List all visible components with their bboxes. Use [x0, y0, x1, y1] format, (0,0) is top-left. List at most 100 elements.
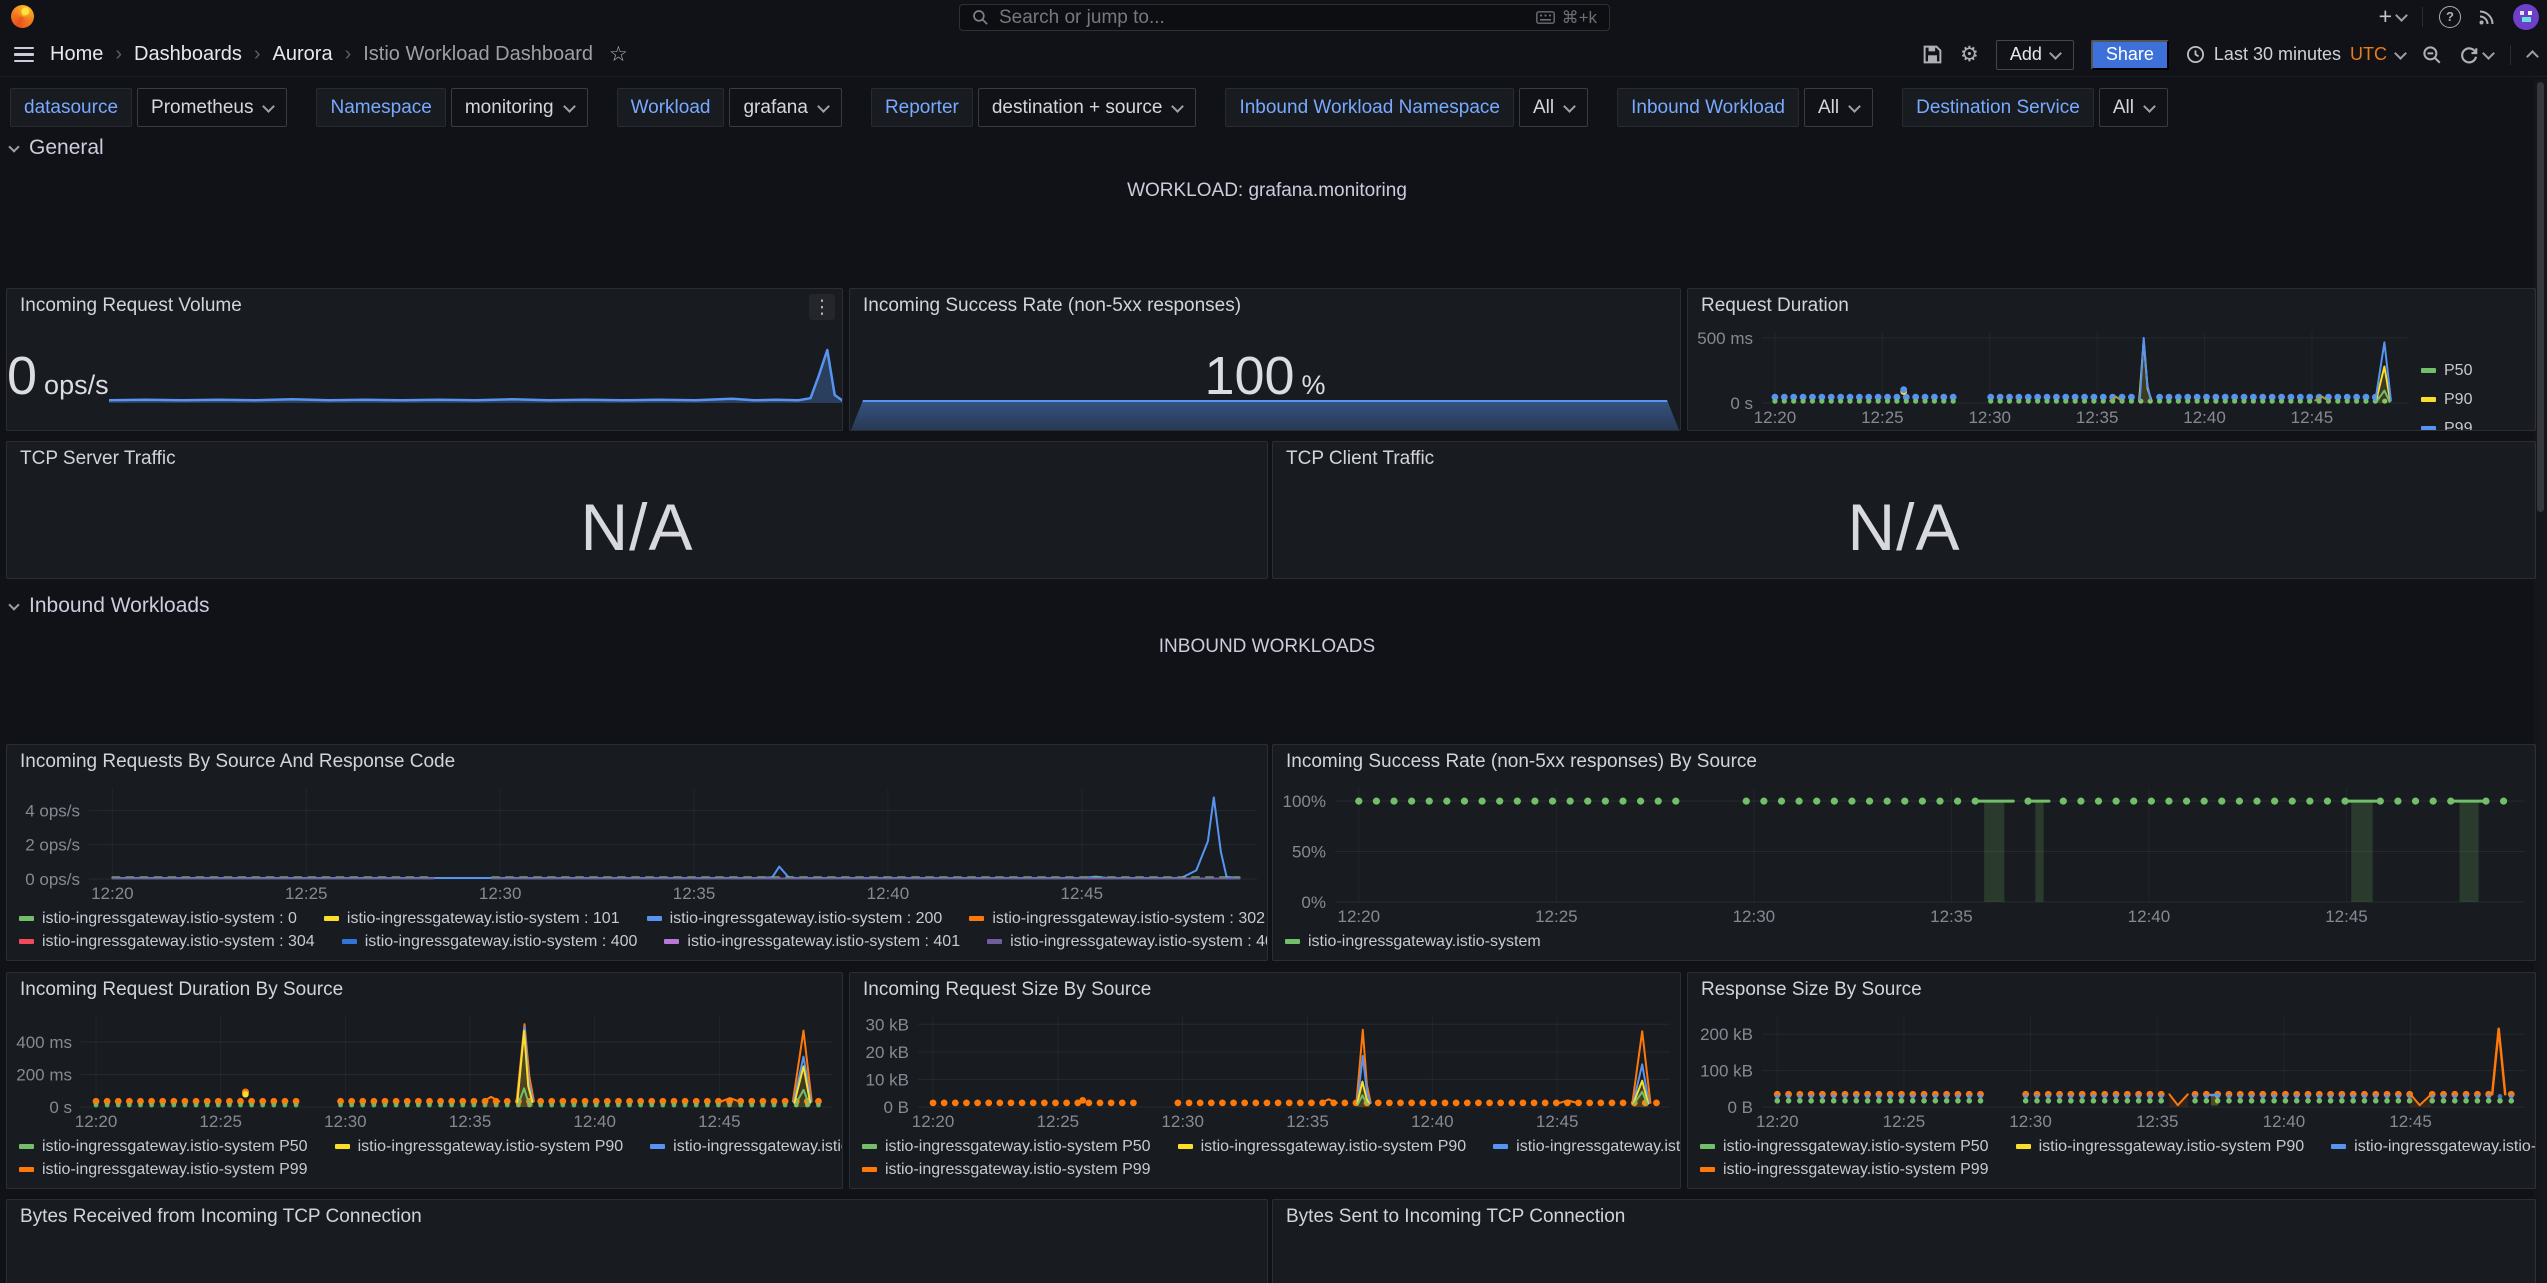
- panel-incoming-request-volume: Incoming Request Volume ⋮ 0ops/s: [6, 288, 843, 431]
- legend-item[interactable]: istio-ingressgateway.istio-system: [1285, 933, 1541, 951]
- requests-by-code-chart[interactable]: 12:2012:2512:3012:3512:4012:454 ops/s2 o…: [7, 778, 1267, 906]
- variable-label[interactable]: Destination Service: [1902, 88, 2094, 127]
- breadcrumb-home[interactable]: Home: [50, 43, 103, 66]
- help-icon[interactable]: ?: [2439, 6, 2461, 28]
- variable-value-dropdown[interactable]: Prometheus: [137, 88, 287, 127]
- panel-title[interactable]: Incoming Success Rate (non-5xx responses…: [850, 289, 1680, 322]
- request-duration-chart[interactable]: 12:2012:2512:3012:3512:4012:45500 ms0 s: [1688, 322, 2419, 430]
- svg-text:12:40: 12:40: [867, 884, 910, 903]
- legend-color-dash: [2331, 1144, 2346, 1149]
- panel-title[interactable]: Incoming Request Duration By Source: [7, 973, 842, 1006]
- response-size-by-source-chart[interactable]: 12:2012:2512:3012:3512:4012:45200 kB100 …: [1688, 1006, 2535, 1134]
- legend-item[interactable]: istio-ingressgateway.istio-system : 304: [19, 933, 315, 951]
- legend-item[interactable]: istio-ingressgateway.istio-system : 0: [19, 910, 297, 928]
- legend-label: istio-ingressgateway.istio-system : 304: [42, 933, 315, 951]
- section-inbound-workloads[interactable]: Inbound Workloads: [10, 594, 210, 618]
- menu-toggle-icon[interactable]: [14, 47, 34, 62]
- favorite-star-icon[interactable]: ☆: [609, 42, 628, 67]
- panel-title[interactable]: Response Size By Source: [1688, 973, 2535, 1006]
- grafana-logo-icon[interactable]: [11, 5, 34, 28]
- variable-value-dropdown[interactable]: monitoring: [451, 88, 588, 127]
- new-menu-button[interactable]: +: [2379, 5, 2406, 28]
- legend-color-dash: [1285, 939, 1300, 944]
- panel-title[interactable]: Bytes Sent to Incoming TCP Connection: [1273, 1200, 2535, 1233]
- variable-value-dropdown[interactable]: grafana: [729, 88, 841, 127]
- legend-label: istio-ingressgateway.istio-system P99: [885, 1161, 1151, 1179]
- legend-item[interactable]: istio-ingressgateway.istio-system P99: [862, 1161, 1151, 1179]
- user-avatar[interactable]: [2513, 4, 2539, 30]
- collapse-toolbar-icon[interactable]: [2526, 50, 2539, 63]
- legend-item[interactable]: istio-ingressgateway.istio-system P95: [2331, 1138, 2536, 1156]
- stat-value: 0ops/s: [7, 345, 109, 407]
- legend-item[interactable]: istio-ingressgateway.istio-system : 200: [647, 910, 943, 928]
- dashboard-settings-gear-icon[interactable]: ⚙: [1960, 42, 1979, 67]
- legend-item[interactable]: istio-ingressgateway.istio-system P99: [19, 1161, 308, 1179]
- legend-item[interactable]: P50: [2421, 362, 2472, 380]
- variable-label[interactable]: Namespace: [316, 88, 445, 127]
- panel-title[interactable]: TCP Client Traffic: [1273, 442, 2535, 475]
- breadcrumb-separator: ›: [115, 43, 122, 66]
- variable-label[interactable]: Workload: [617, 88, 725, 127]
- variable-value-dropdown[interactable]: All: [1804, 88, 1873, 127]
- legend-item[interactable]: istio-ingressgateway.istio-system P90: [1178, 1138, 1467, 1156]
- legend-item[interactable]: istio-ingressgateway.istio-system : 101: [324, 910, 620, 928]
- legend-item[interactable]: P90: [2421, 391, 2472, 409]
- variable-value-dropdown[interactable]: destination + source: [978, 88, 1197, 127]
- variable-value-dropdown[interactable]: All: [1519, 88, 1588, 127]
- svg-text:12:20: 12:20: [91, 884, 134, 903]
- legend-item[interactable]: istio-ingressgateway.istio-system : 400: [342, 933, 638, 951]
- legend-item[interactable]: istio-ingressgateway.istio-system P50: [19, 1138, 308, 1156]
- legend-item[interactable]: istio-ingressgateway.istio-system : 404: [987, 933, 1268, 951]
- legend-item[interactable]: istio-ingressgateway.istio-system P99: [1700, 1161, 1989, 1179]
- legend-label: istio-ingressgateway.istio-system P90: [2039, 1138, 2305, 1156]
- variable-label[interactable]: datasource: [10, 88, 132, 127]
- breadcrumb-folder[interactable]: Aurora: [273, 43, 333, 66]
- legend-label: istio-ingressgateway.istio-system P90: [1201, 1138, 1467, 1156]
- add-panel-button[interactable]: Add: [1996, 40, 2074, 70]
- svg-text:200 ms: 200 ms: [16, 1066, 72, 1085]
- breadcrumb-dashboards[interactable]: Dashboards: [134, 43, 242, 66]
- legend-item[interactable]: istio-ingressgateway.istio-system P95: [650, 1138, 843, 1156]
- section-general[interactable]: General: [10, 136, 104, 160]
- request-duration-by-source-chart[interactable]: 12:2012:2512:3012:3512:4012:45400 ms200 …: [7, 1006, 842, 1134]
- variable-label[interactable]: Inbound Workload: [1617, 88, 1799, 127]
- legend-item[interactable]: istio-ingressgateway.istio-system : 401: [664, 933, 960, 951]
- variable-label[interactable]: Reporter: [871, 88, 973, 127]
- legend-item[interactable]: istio-ingressgateway.istio-system : 302: [969, 910, 1265, 928]
- legend-item[interactable]: istio-ingressgateway.istio-system P50: [1700, 1138, 1989, 1156]
- panel-menu-kebab-icon[interactable]: ⋮: [809, 294, 835, 320]
- svg-text:200 kB: 200 kB: [1700, 1025, 1753, 1044]
- panel-title[interactable]: Incoming Request Size By Source: [850, 973, 1680, 1006]
- legend-color-dash: [969, 916, 984, 921]
- svg-text:12:25: 12:25: [1883, 1112, 1926, 1131]
- save-dashboard-icon[interactable]: [1922, 44, 1943, 65]
- variable-value-dropdown[interactable]: All: [2099, 88, 2168, 127]
- scrollbar-thumb[interactable]: [2537, 82, 2544, 512]
- legend-item[interactable]: istio-ingressgateway.istio-system P95: [1493, 1138, 1681, 1156]
- request-volume-sparkline[interactable]: [109, 347, 842, 405]
- variable-label[interactable]: Inbound Workload Namespace: [1225, 88, 1514, 127]
- legend-color-dash: [862, 1167, 877, 1172]
- news-rss-icon[interactable]: [2477, 7, 2497, 27]
- panel-title[interactable]: Incoming Requests By Source And Response…: [7, 745, 1267, 778]
- legend-item[interactable]: istio-ingressgateway.istio-system P50: [862, 1138, 1151, 1156]
- success-rate-by-source-chart[interactable]: 12:2012:2512:3012:3512:4012:45100%50%0%: [1273, 778, 2535, 929]
- share-button[interactable]: Share: [2091, 40, 2169, 70]
- time-range-picker[interactable]: Last 30 minutes UTC: [2186, 44, 2405, 65]
- search-input[interactable]: Search or jump to... ⌘+k: [959, 4, 1610, 31]
- zoom-out-time-icon[interactable]: [2422, 45, 2442, 65]
- panel-title[interactable]: Request Duration: [1688, 289, 2535, 322]
- request-size-by-source-chart[interactable]: 12:2012:2512:3012:3512:4012:4530 kB20 kB…: [850, 1006, 1680, 1134]
- legend-label: istio-ingressgateway.istio-system : 200: [670, 910, 943, 928]
- legend-item[interactable]: istio-ingressgateway.istio-system P90: [2016, 1138, 2305, 1156]
- legend-item[interactable]: istio-ingressgateway.istio-system P90: [335, 1138, 624, 1156]
- panel-title[interactable]: Incoming Request Volume: [7, 289, 842, 322]
- legend-label: istio-ingressgateway.istio-system P95: [673, 1138, 843, 1156]
- panel-title[interactable]: TCP Server Traffic: [7, 442, 1267, 475]
- panel-title[interactable]: Bytes Received from Incoming TCP Connect…: [7, 1200, 1267, 1233]
- panel-title[interactable]: Incoming Success Rate (non-5xx responses…: [1273, 745, 2535, 778]
- svg-text:12:35: 12:35: [2076, 408, 2119, 427]
- svg-text:12:30: 12:30: [1733, 907, 1776, 926]
- refresh-button[interactable]: [2459, 45, 2493, 65]
- legend-item[interactable]: P99: [2421, 420, 2472, 432]
